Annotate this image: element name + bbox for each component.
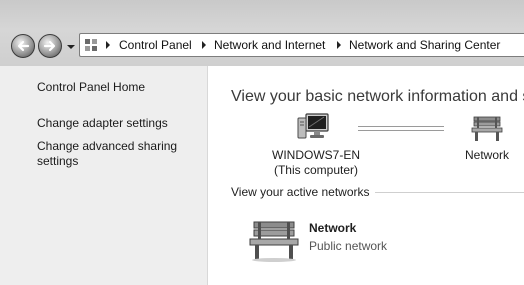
change-advanced-sharing-link[interactable]: Change advanced sharing	[37, 139, 177, 154]
back-arrow-icon	[17, 40, 30, 52]
computer-name: WINDOWS7-EN	[272, 148, 360, 162]
pane-divider	[207, 66, 208, 285]
computer-name-label: WINDOWS7-EN (This computer)	[257, 148, 375, 178]
forward-arrow-icon	[43, 40, 56, 52]
bench-icon	[249, 221, 299, 262]
control-panel-icon	[85, 39, 97, 51]
title-bar: Control Panel Network and Internet Netwo…	[0, 0, 524, 66]
control-panel-home-link[interactable]: Control Panel Home	[37, 80, 145, 95]
change-adapter-settings-link[interactable]: Change adapter settings	[37, 116, 168, 131]
breadcrumb-separator-icon[interactable]	[335, 40, 343, 50]
left-navigation-pane	[0, 66, 208, 285]
back-button[interactable]	[11, 34, 35, 58]
network-map-label[interactable]: Network	[465, 148, 509, 163]
breadcrumb-separator-icon[interactable]	[200, 40, 208, 50]
network-connection-line	[358, 126, 444, 131]
address-bar[interactable]: Control Panel Network and Internet Netwo…	[79, 33, 524, 57]
computer-note: (This computer)	[273, 163, 359, 177]
active-network-name: Network	[309, 221, 357, 235]
change-advanced-sharing-link-line2[interactable]: settings	[37, 154, 78, 169]
breadcrumb-separator-icon[interactable]	[104, 40, 112, 50]
breadcrumb-network-and-sharing-center[interactable]: Network and Sharing Center	[349, 38, 500, 52]
active-network-type-link[interactable]: Public network	[309, 239, 387, 254]
page-title: View your basic network information and …	[231, 88, 524, 105]
active-networks-heading: View your active networks	[231, 185, 375, 200]
forward-button[interactable]	[38, 34, 62, 58]
breadcrumb-network-and-internet[interactable]: Network and Internet	[214, 38, 325, 52]
bench-icon[interactable]	[470, 114, 504, 142]
breadcrumb-control-panel[interactable]: Control Panel	[119, 38, 192, 52]
computer-icon[interactable]	[296, 112, 330, 142]
chevron-down-icon[interactable]	[66, 42, 76, 52]
